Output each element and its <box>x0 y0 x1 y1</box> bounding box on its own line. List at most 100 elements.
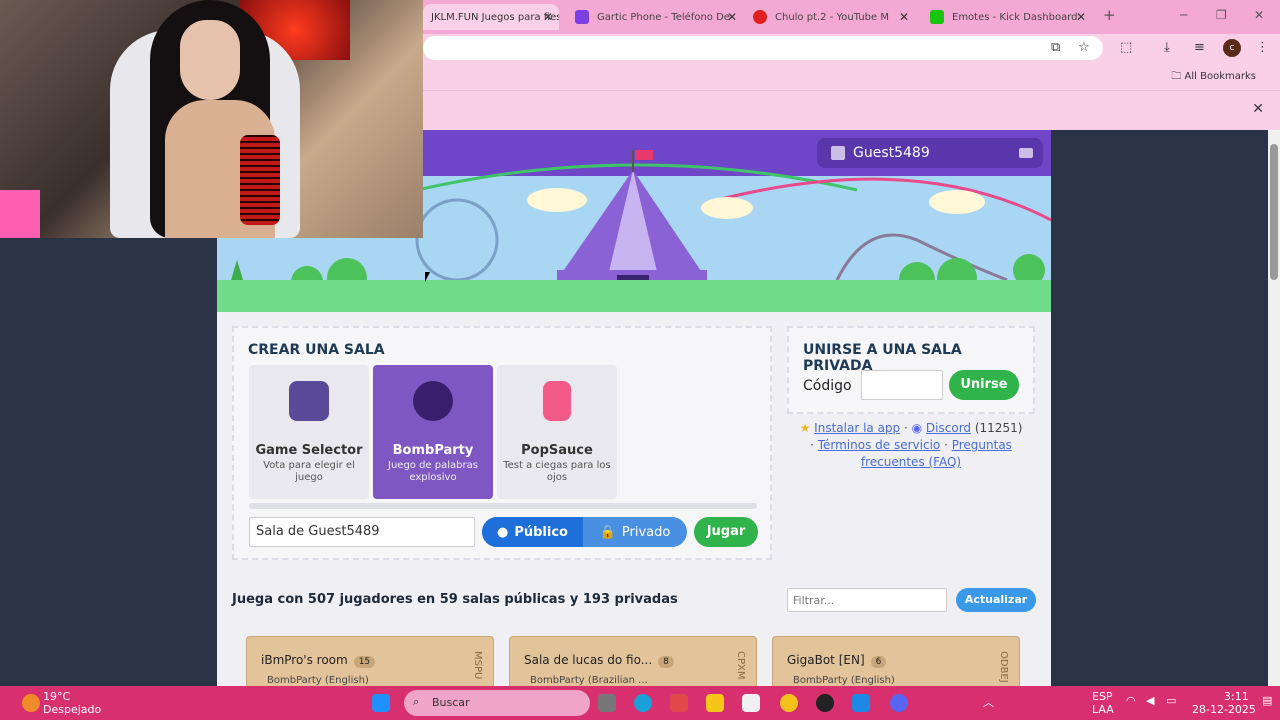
temperature: 19°C <box>43 690 71 703</box>
close-window-icon[interactable]: ✕ <box>1254 8 1264 22</box>
room-name-input[interactable]: Sala de Guest5489 <box>249 517 475 547</box>
tab-gartic[interactable]: Gartic Phone - Teléfono De ✕ <box>567 4 743 30</box>
mouse-cursor <box>425 272 430 282</box>
store-icon[interactable] <box>742 694 760 712</box>
room-name: GigaBot [EN] <box>787 653 865 667</box>
user-badge[interactable]: Guest5489 <box>817 138 1043 168</box>
new-tab-button[interactable]: + <box>1103 6 1116 24</box>
code-input[interactable] <box>861 370 943 400</box>
search-icon: ⌕ <box>413 695 420 708</box>
extensions-icon[interactable]: ⬚ <box>1120 40 1132 55</box>
username: Guest5489 <box>853 145 930 161</box>
url-input[interactable] <box>423 36 1103 60</box>
close-tab-icon[interactable]: ✕ <box>899 10 909 24</box>
room-name: Sala de lucas do fio... <box>524 653 653 667</box>
grass-strip <box>217 280 1051 312</box>
code-label: Código <box>803 378 852 394</box>
clock-time[interactable]: 3:11 <box>1224 690 1249 703</box>
chrome-icon[interactable] <box>780 694 798 712</box>
close-tab-icon[interactable]: ✕ <box>543 10 553 24</box>
create-room-panel: CREAR UNA SALA Game Selector Vota para e… <box>232 326 772 560</box>
profile-avatar[interactable]: c <box>1223 39 1241 57</box>
refresh-button[interactable]: Actualizar <box>956 588 1036 612</box>
bookmark-star-icon[interactable]: ☆ <box>1078 40 1090 55</box>
visibility-toggle[interactable]: ● Público 🔒 Privado <box>482 517 687 547</box>
close-infobar-icon[interactable]: ✕ <box>1252 101 1264 117</box>
folder-icon: 🗀 <box>1171 71 1182 82</box>
game-desc: Vota para elegir el juego <box>263 460 355 483</box>
clock-date[interactable]: 28-12-2025 <box>1192 703 1256 716</box>
notification-icon[interactable]: ▤ <box>1262 694 1272 707</box>
media-icon[interactable]: ≡ <box>1194 40 1205 55</box>
lang-code[interactable]: ESP <box>1092 690 1113 703</box>
game-card-bombparty[interactable]: BombParty Juego de palabras explosivo <box>373 365 493 499</box>
room-ticket[interactable]: iBmPro's room 15 BombParty (English) MSPU <box>246 636 494 686</box>
cast-icon[interactable]: ⧉ <box>1051 40 1060 55</box>
edge-icon[interactable] <box>634 694 652 712</box>
player-count: 6 <box>870 656 887 668</box>
camera-icon[interactable] <box>1019 148 1033 158</box>
drink-cup-icon <box>543 381 571 421</box>
game-desc: Juego de palabras explosivo <box>388 460 478 483</box>
windows-start-icon[interactable] <box>372 694 390 712</box>
pink-object <box>0 190 40 238</box>
room-game: BombParty (English) <box>793 675 895 686</box>
wifi-icon[interactable]: ◠ <box>1126 694 1136 707</box>
join-button[interactable]: Unirse <box>949 370 1019 400</box>
app-icon[interactable] <box>852 694 870 712</box>
all-bookmarks[interactable]: 🗀 All Bookmarks <box>1171 69 1256 86</box>
battery-icon[interactable]: ▭ <box>1166 694 1176 707</box>
microphone <box>240 135 280 225</box>
public-option[interactable]: ● Público <box>482 517 583 547</box>
close-tab-icon[interactable]: ✕ <box>1076 10 1086 24</box>
copilot-icon[interactable] <box>670 694 688 712</box>
game-card-popsauce[interactable]: PopSauce Test a ciegas para los ojos <box>497 365 617 499</box>
volume-icon[interactable]: ◀ <box>1146 694 1154 707</box>
discord-icon: ◉ <box>911 421 923 435</box>
install-app-link[interactable]: Instalar la app <box>814 421 900 435</box>
discord-taskbar-icon[interactable] <box>890 694 908 712</box>
tab-kick[interactable]: Emotes - Kick Dashboard ✕ <box>922 4 1092 30</box>
public-label: Público <box>514 524 568 540</box>
obs-icon[interactable] <box>816 694 834 712</box>
terms-link[interactable]: Términos de servicio <box>818 438 941 452</box>
task-view-icon[interactable] <box>598 694 616 712</box>
joystick-icon <box>289 381 329 421</box>
scroll-thumb[interactable] <box>1270 144 1278 280</box>
room-code: CPXM <box>735 651 746 680</box>
close-tab-icon[interactable]: ✕ <box>727 10 737 24</box>
room-game: BombParty (English) <box>267 675 369 686</box>
room-ticket[interactable]: GigaBot [EN] 6 BombParty (English) ODBEJ <box>772 636 1020 686</box>
lock-icon: 🔒 <box>599 524 616 540</box>
tab-label: Chulo pt.2 - YouTube M <box>775 11 889 23</box>
rooms-summary: Juega con 507 jugadores en 59 salas públ… <box>232 592 678 607</box>
private-label: Privado <box>621 524 671 540</box>
file-explorer-icon[interactable] <box>706 694 724 712</box>
lang-layout[interactable]: LAA <box>1092 703 1114 716</box>
tab-youtube[interactable]: Chulo pt.2 - YouTube M ✕ <box>745 4 915 30</box>
page-scrollbar[interactable] <box>1268 130 1280 686</box>
divider-bar <box>249 503 757 509</box>
gartic-icon <box>575 10 589 24</box>
taskbar-search[interactable]: ⌕ Buscar <box>404 690 590 716</box>
tab-jklm[interactable]: JKLM.FUN Juegos para fiestas ✕ <box>423 4 559 30</box>
game-name: Game Selector <box>255 443 363 458</box>
footer-links: ★ Instalar la app · ◉ Discord (11251) · … <box>789 420 1033 471</box>
player-count: 15 <box>353 656 376 668</box>
filter-input[interactable]: Filtrar... <box>787 588 947 612</box>
discord-link[interactable]: Discord <box>926 421 971 435</box>
weather-icon <box>22 694 40 712</box>
player-count: 8 <box>658 656 674 668</box>
menu-icon[interactable]: ⋮ <box>1256 40 1269 55</box>
game-desc: Test a ciegas para los ojos <box>503 460 611 483</box>
play-button[interactable]: Jugar <box>694 517 758 547</box>
chevron-up-icon[interactable]: ︿ <box>983 694 994 710</box>
restore-icon[interactable]: ❐ <box>1216 8 1227 22</box>
join-room-panel: UNIRSE A UNA SALA PRIVADA Código Unirse <box>787 326 1035 414</box>
minimize-icon[interactable]: ─ <box>1180 8 1187 22</box>
private-option[interactable]: 🔒 Privado <box>583 517 687 547</box>
download-icon[interactable]: ⤓ <box>1164 40 1170 55</box>
game-card-game-selector[interactable]: Game Selector Vota para elegir el juego <box>249 365 369 499</box>
room-ticket[interactable]: Sala de lucas do fio... 8 BombParty (Braz… <box>509 636 757 686</box>
windows-taskbar: 19°C Despejado ⌕ Buscar ︿ ESP LAA ◠ ◀ ▭ … <box>0 686 1280 720</box>
